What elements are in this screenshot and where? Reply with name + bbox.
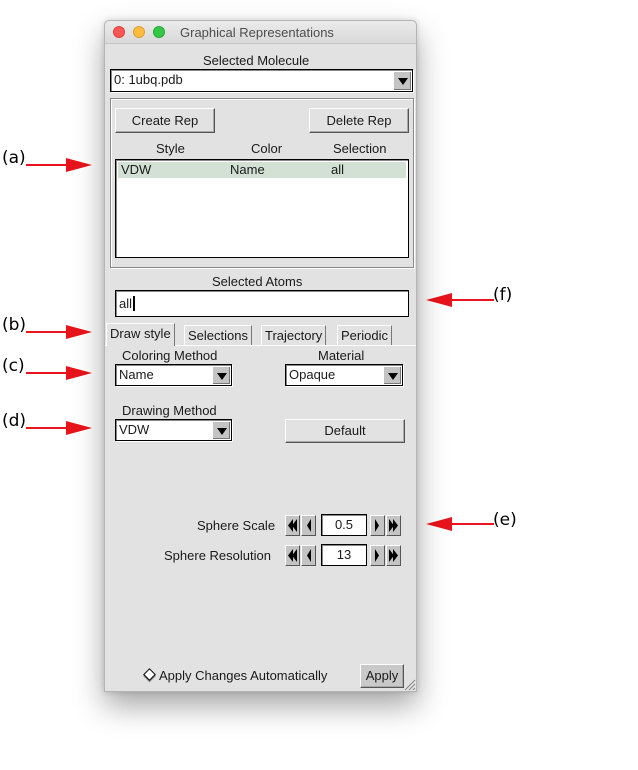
diamond-checkbox-icon[interactable] bbox=[143, 668, 156, 681]
arrow-f-icon bbox=[426, 293, 494, 307]
coloring-method-select[interactable]: Name bbox=[115, 364, 232, 386]
double-right-arrow-icon bbox=[389, 519, 398, 532]
arrow-c-icon bbox=[26, 366, 92, 380]
resize-grip-icon[interactable] bbox=[402, 677, 416, 691]
close-button[interactable] bbox=[113, 26, 125, 38]
coloring-method-value: Name bbox=[119, 367, 154, 382]
arrow-e-icon bbox=[426, 517, 494, 531]
minimize-button[interactable] bbox=[133, 26, 145, 38]
material-select[interactable]: Opaque bbox=[285, 364, 403, 386]
annotation-e: (e) bbox=[493, 510, 517, 530]
arrow-b-icon bbox=[26, 325, 92, 339]
sphere-scale-label: Sphere Scale bbox=[197, 518, 276, 533]
drawing-method-label: Drawing Method bbox=[122, 403, 217, 418]
sphere-resolution-value[interactable]: 13 bbox=[321, 544, 367, 566]
right-arrow-icon bbox=[375, 549, 379, 562]
sphere-scale-fast-decrease[interactable] bbox=[285, 515, 300, 536]
create-rep-button[interactable]: Create Rep bbox=[115, 108, 215, 133]
column-header-selection: Selection bbox=[333, 141, 387, 156]
selected-molecule-label: Selected Molecule bbox=[203, 53, 310, 68]
double-left-arrow-icon bbox=[288, 519, 297, 532]
default-button[interactable]: Default bbox=[285, 419, 405, 443]
auto-apply-checkbox[interactable]: Apply Changes Automatically bbox=[143, 668, 328, 683]
sphere-resolution-decrease[interactable] bbox=[301, 545, 316, 566]
molecule-select[interactable]: 0: 1ubq.pdb bbox=[110, 69, 413, 92]
drawing-method-value: VDW bbox=[119, 422, 150, 437]
rep-selection: all bbox=[331, 162, 345, 177]
right-arrow-icon bbox=[375, 519, 379, 532]
rep-color: Name bbox=[230, 162, 265, 177]
material-label: Material bbox=[318, 348, 365, 363]
sphere-resolution-fast-decrease[interactable] bbox=[285, 545, 300, 566]
sphere-resolution-label: Sphere Resolution bbox=[164, 548, 271, 563]
material-value: Opaque bbox=[289, 367, 336, 382]
double-right-arrow-icon bbox=[389, 549, 398, 562]
arrow-a-icon bbox=[26, 158, 92, 172]
left-arrow-icon bbox=[307, 519, 311, 532]
maximize-button[interactable] bbox=[153, 26, 165, 38]
left-arrow-icon bbox=[307, 549, 311, 562]
tab-selections[interactable]: Selections bbox=[184, 325, 252, 345]
dropdown-arrow-icon[interactable] bbox=[212, 421, 230, 439]
apply-button[interactable]: Apply bbox=[360, 664, 404, 688]
rep-row[interactable]: VDW Name all bbox=[118, 162, 406, 178]
selected-atoms-label: Selected Atoms bbox=[212, 274, 303, 289]
selected-atoms-input[interactable]: all bbox=[115, 290, 409, 317]
title-bar[interactable]: Graphical Representations bbox=[105, 21, 416, 44]
column-header-color: Color bbox=[251, 141, 283, 156]
sphere-resolution-increase[interactable] bbox=[370, 545, 385, 566]
tab-periodic[interactable]: Periodic bbox=[337, 325, 392, 345]
annotation-b: (b) bbox=[2, 315, 27, 335]
dropdown-arrow-icon[interactable] bbox=[212, 366, 230, 384]
reps-list[interactable]: VDW Name all bbox=[115, 159, 409, 258]
sphere-scale-decrease[interactable] bbox=[301, 515, 316, 536]
sphere-scale-fast-increase[interactable] bbox=[386, 515, 401, 536]
sphere-resolution-fast-increase[interactable] bbox=[386, 545, 401, 566]
graphical-representations-window: Graphical Representations Selected Molec… bbox=[104, 20, 417, 692]
dropdown-arrow-icon[interactable] bbox=[393, 71, 411, 90]
sphere-scale-value[interactable]: 0.5 bbox=[321, 514, 367, 536]
annotation-a: (a) bbox=[2, 148, 26, 168]
arrow-d-icon bbox=[26, 421, 92, 435]
tab-draw-style[interactable]: Draw style bbox=[106, 323, 175, 346]
drawing-method-select[interactable]: VDW bbox=[115, 419, 232, 441]
column-header-style: Style bbox=[156, 141, 185, 156]
sphere-scale-increase[interactable] bbox=[370, 515, 385, 536]
annotation-c: (c) bbox=[2, 356, 25, 376]
dropdown-arrow-icon[interactable] bbox=[383, 366, 401, 384]
annotation-f: (f) bbox=[493, 285, 513, 305]
molecule-select-value: 0: 1ubq.pdb bbox=[114, 72, 183, 87]
delete-rep-button[interactable]: Delete Rep bbox=[309, 108, 409, 133]
coloring-method-label: Coloring Method bbox=[122, 348, 218, 363]
auto-apply-label: Apply Changes Automatically bbox=[159, 668, 328, 683]
tab-trajectory[interactable]: Trajectory bbox=[261, 325, 327, 345]
rep-style: VDW bbox=[121, 162, 152, 177]
selected-atoms-value: all bbox=[119, 296, 133, 311]
double-left-arrow-icon bbox=[288, 549, 297, 562]
annotation-d: (d) bbox=[2, 411, 27, 431]
text-cursor bbox=[133, 296, 136, 311]
window-title: Graphical Representations bbox=[180, 25, 334, 40]
